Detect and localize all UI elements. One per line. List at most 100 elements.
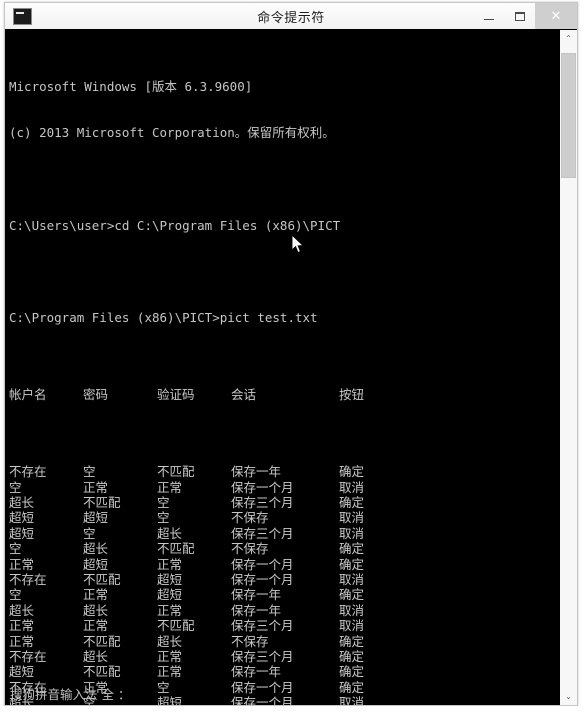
- cell-session: 保存一个月: [231, 556, 294, 572]
- cell-account: 超短: [9, 664, 35, 680]
- cell-password: 不匹配: [83, 633, 121, 649]
- maximize-button[interactable]: [504, 3, 535, 29]
- cell-account: 不存在: [9, 572, 47, 587]
- cell-password: 正常: [83, 618, 109, 634]
- cell-session: 不保存: [231, 510, 269, 526]
- cell-session: 保存一个月: [231, 572, 294, 587]
- cell-password: 超长: [83, 648, 109, 664]
- cell-captcha: 不匹配: [157, 541, 195, 557]
- cell-password: 超短: [83, 556, 109, 572]
- table-header-row: 帐户名 密码 验证码 会话 按钮: [9, 387, 559, 402]
- cell-session: 保存一年: [231, 664, 282, 680]
- console-client-area[interactable]: Microsoft Windows [版本 6.3.9600] (c) 2013…: [5, 29, 577, 705]
- command-prompt-window: 命令提示符 ✕ Microsoft Windows [版本 6.3.9600] …: [4, 2, 578, 706]
- cell-captcha: 正常: [157, 479, 183, 495]
- cell-button: 确定: [339, 664, 365, 680]
- table-row: 正常 超短 正常 保存一个月 确定: [9, 557, 559, 572]
- cell-session: 保存一年: [231, 464, 282, 480]
- column-header-account: 帐户名: [9, 387, 47, 403]
- cell-account: 不存在: [9, 648, 47, 664]
- banner-line-1: Microsoft Windows [版本 6.3.9600]: [9, 79, 253, 95]
- console-icon: [13, 7, 32, 25]
- cell-session: 保存一年: [231, 587, 282, 603]
- cell-button: 确定: [339, 633, 365, 649]
- cell-captcha: 空: [157, 510, 170, 526]
- cell-captcha: 超短: [157, 587, 183, 603]
- cell-button: 取消: [339, 618, 365, 634]
- cell-button: 取消: [339, 572, 365, 587]
- cell-password: 空: [83, 525, 96, 541]
- table-row: 超短 超短 空 不保存 取消: [9, 510, 559, 525]
- close-button[interactable]: ✕: [535, 3, 577, 29]
- column-header-session: 会话: [231, 387, 257, 403]
- cell-button: 确定: [339, 648, 365, 664]
- prompt-line-cd: C:\Users\user>cd C:\Program Files (x86)\…: [9, 217, 341, 233]
- cell-button: 确定: [339, 495, 365, 511]
- scrollbar-track[interactable]: [560, 47, 577, 688]
- cell-password: 超长: [83, 541, 109, 557]
- window-controls: ✕: [473, 3, 577, 29]
- minimize-icon: [483, 18, 494, 20]
- cell-account: 超短: [9, 525, 35, 541]
- table-row: 超短 空 超长 保存三个月 取消: [9, 526, 559, 541]
- cell-password: 空: [83, 464, 96, 480]
- cell-button: 确定: [339, 556, 365, 572]
- cell-captcha: 超短: [157, 572, 183, 587]
- cell-account: 超短: [9, 510, 35, 526]
- cell-session: 保存一年: [231, 602, 282, 618]
- scrollbar-thumb[interactable]: [561, 53, 576, 178]
- table-row: 正常 不匹配 超长 不保存 确定: [9, 634, 559, 649]
- cell-captcha: 超长: [157, 633, 183, 649]
- cell-session: 不保存: [231, 541, 269, 557]
- table-row: 超短 不匹配 正常 保存一年 确定: [9, 664, 559, 679]
- table-row: 空 正常 超短 保存一年 确定: [9, 587, 559, 602]
- table-row: 空 正常 正常 保存一个月 取消: [9, 480, 559, 495]
- cell-button: 取消: [339, 479, 365, 495]
- cell-session: 保存三个月: [231, 618, 294, 634]
- cell-password: 超短: [83, 510, 109, 526]
- table-row: 不存在 不匹配 超短 保存一个月 取消: [9, 572, 559, 587]
- window-title-bar[interactable]: 命令提示符 ✕: [5, 3, 577, 30]
- table-body: 不存在空不匹配 保存一年 确定空正常 正常 保存一个月 取消 超长 不匹配空保存三个月 确定 超短…: [9, 464, 559, 705]
- cell-account: 空: [9, 541, 22, 557]
- cell-account: 不存在: [9, 464, 47, 480]
- cell-password: 超长: [83, 602, 109, 618]
- cell-password: 不匹配: [83, 495, 121, 511]
- table-row: 不存在 超长 正常 保存三个月 确定: [9, 649, 559, 664]
- cell-button: 确定: [339, 464, 365, 480]
- table-row: 正常 正常 不匹配 保存三个月 取消: [9, 618, 559, 633]
- cell-account: 空: [9, 587, 22, 603]
- cell-account: 正常: [9, 618, 35, 634]
- cell-password: 不匹配: [83, 664, 121, 680]
- column-header-captcha: 验证码: [157, 387, 195, 403]
- table-row: 超长 不匹配 空 保存三个月 确定: [9, 495, 559, 510]
- cell-captcha: 正常: [157, 556, 183, 572]
- cell-button: 取消: [339, 510, 365, 526]
- table-row: 空 超长 不匹配 不保存 确定: [9, 541, 559, 556]
- prompt-line-pict: C:\Program Files (x86)\PICT>pict test.tx…: [9, 310, 318, 326]
- vertical-scrollbar[interactable]: ⌃ ⌄: [559, 30, 577, 705]
- ime-status-bar[interactable]: 搜狗拼音输入法 全 ：: [5, 685, 565, 705]
- cell-password: 正常: [83, 479, 109, 495]
- cell-account: 超长: [9, 602, 35, 618]
- column-header-password: 密码: [83, 387, 109, 403]
- cell-session: 保存一个月: [231, 479, 294, 495]
- cell-button: 确定: [339, 587, 365, 603]
- window-bottom-edge: [0, 706, 584, 715]
- cell-captcha: 正常: [157, 602, 183, 618]
- cell-session: 保存三个月: [231, 525, 294, 541]
- minimize-button[interactable]: [473, 3, 504, 29]
- cell-password: 不匹配: [83, 572, 121, 587]
- cell-button: 取消: [339, 602, 365, 618]
- maximize-icon: [514, 11, 525, 21]
- column-header-button: 按钮: [339, 387, 365, 403]
- cell-captcha: 不匹配: [157, 464, 195, 480]
- cell-account: 正常: [9, 556, 35, 572]
- desktop-backdrop: 命令提示符 ✕ Microsoft Windows [版本 6.3.9600] …: [0, 0, 584, 715]
- scroll-up-arrow-icon[interactable]: ⌃: [560, 30, 577, 47]
- cell-session: 不保存: [231, 633, 269, 649]
- cell-captcha: 不匹配: [157, 618, 195, 634]
- cell-captcha: 超长: [157, 525, 183, 541]
